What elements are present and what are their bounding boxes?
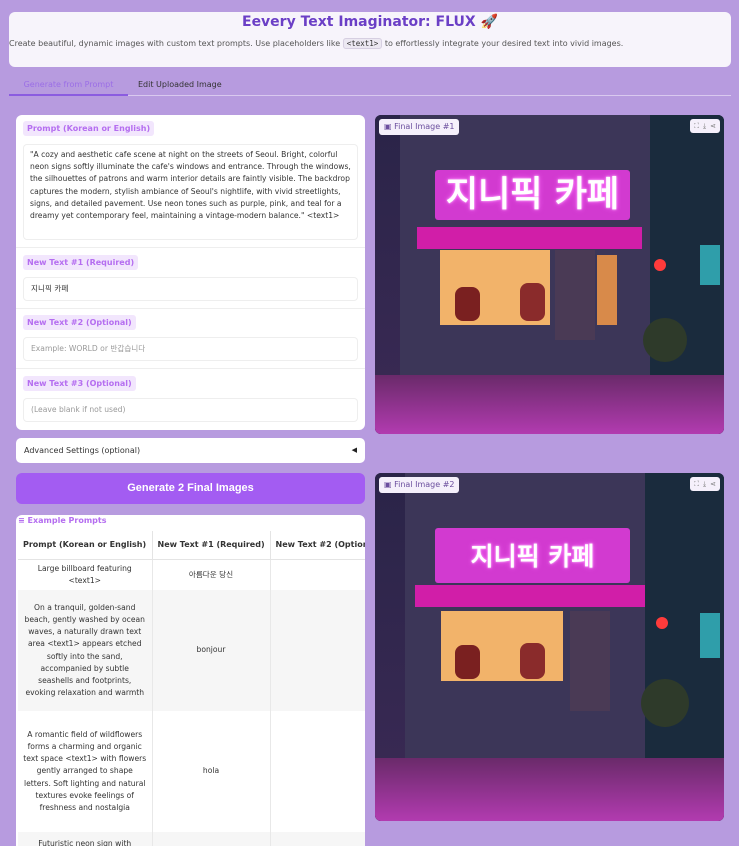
cell-prompt: Futuristic neon sign with (18, 832, 153, 846)
cell-text1: 아름다운 당신 (152, 559, 271, 590)
prompt-label: Prompt (Korean or English) (23, 121, 155, 136)
share-icon[interactable]: ⋖ (710, 119, 716, 133)
cafe-scene-image (375, 115, 724, 434)
mode-tabs: Generate from Prompt Edit Uploaded Image (9, 77, 731, 96)
description-text-2: to effortlessly integrate your desired t… (384, 39, 624, 48)
fullscreen-icon[interactable]: ⛶ (694, 119, 699, 133)
divider (16, 247, 365, 248)
generate-button[interactable]: Generate 2 Final Images (16, 473, 365, 504)
cell-prompt: Large billboard featuring <text1> (18, 559, 153, 590)
text1-label: New Text #1 (Required) (23, 255, 139, 270)
divider (16, 308, 365, 309)
download-icon[interactable]: ⤓ (703, 477, 706, 491)
neon-sign-text: 지니픽 카페 (470, 542, 595, 571)
divider (16, 368, 365, 369)
description-text-1: Create beautiful, dynamic images with cu… (9, 39, 341, 48)
text1-input[interactable]: 지니픽 카페 (23, 277, 358, 301)
final-image-1-panel: ▣ Final Image #1 ⛶ ⤓ ⋖ 지니픽 카페 (375, 115, 724, 434)
collapse-arrow-icon: ◀ (351, 446, 357, 454)
examples-table: Prompt (Korean or English) New Text #1 (… (18, 531, 365, 846)
page-description: Create beautiful, dynamic images with cu… (9, 38, 731, 50)
cafe-scene-image (375, 473, 724, 821)
advanced-settings-label: Advanced Settings (optional) (24, 446, 141, 455)
prompt-textarea[interactable]: "A cozy and aesthetic cafe scene at nigh… (23, 144, 358, 240)
cell-text2 (270, 590, 365, 711)
example-prompts-panel: ≡ Example Prompts Prompt (Korean or Engl… (16, 515, 365, 846)
column-header-text1: New Text #1 (Required) (152, 531, 271, 560)
cell-text1 (152, 832, 271, 846)
cell-text2 (270, 832, 365, 846)
image-icon: ▣ (384, 480, 395, 489)
tab-generate-from-prompt[interactable]: Generate from Prompt (9, 77, 128, 96)
app-header: Eevery Text Imaginator: FLUX 🚀 Create be… (9, 12, 731, 67)
image-toolbar: ⛶ ⤓ ⋖ (690, 119, 720, 133)
neon-sign-text: 지니픽 카페 (445, 175, 620, 215)
image-toolbar: ⛶ ⤓ ⋖ (690, 477, 720, 491)
table-row[interactable]: On a tranquil, golden-sand beach, gently… (18, 590, 365, 711)
text3-input[interactable]: (Leave blank if not used) (23, 398, 358, 422)
input-form-panel: Prompt (Korean or English) "A cozy and a… (16, 115, 365, 430)
placeholder-code: <text1> (342, 38, 383, 49)
column-header-text2: New Text #2 (Optional) (270, 531, 365, 560)
tab-edit-uploaded-image[interactable]: Edit Uploaded Image (128, 77, 232, 96)
share-icon[interactable]: ⋖ (710, 477, 716, 491)
final-image-2-label: ▣ Final Image #2 (379, 477, 460, 493)
table-row[interactable]: A romantic field of wildflowers forms a … (18, 711, 365, 832)
cell-text1: bonjour (152, 590, 271, 711)
text3-label: New Text #3 (Optional) (23, 376, 136, 391)
cell-text2 (270, 711, 365, 832)
table-row[interactable]: Large billboard featuring <text1> 아름다운 당… (18, 559, 365, 590)
table-row[interactable]: Futuristic neon sign with (18, 832, 365, 846)
text2-label: New Text #2 (Optional) (23, 315, 136, 330)
cell-text2 (270, 559, 365, 590)
final-image-2-panel: ▣ Final Image #2 ⛶ ⤓ ⋖ 지니픽 카페 (375, 473, 724, 821)
final-image-1-label: ▣ Final Image #1 (379, 119, 460, 135)
page-title: Eevery Text Imaginator: FLUX 🚀 (242, 14, 498, 30)
example-prompts-title: ≡ Example Prompts (18, 516, 107, 525)
column-header-prompt: Prompt (Korean or English) (18, 531, 153, 560)
cell-prompt: A romantic field of wildflowers forms a … (18, 711, 153, 832)
image-icon: ▣ (384, 122, 395, 131)
download-icon[interactable]: ⤓ (703, 119, 706, 133)
cell-prompt: On a tranquil, golden-sand beach, gently… (18, 590, 153, 711)
advanced-settings-accordion[interactable]: Advanced Settings (optional) ◀ (16, 438, 365, 463)
text2-input[interactable]: Example: WORLD or 반갑습니다 (23, 337, 358, 361)
fullscreen-icon[interactable]: ⛶ (694, 477, 699, 491)
cell-text1: hola (152, 711, 271, 832)
